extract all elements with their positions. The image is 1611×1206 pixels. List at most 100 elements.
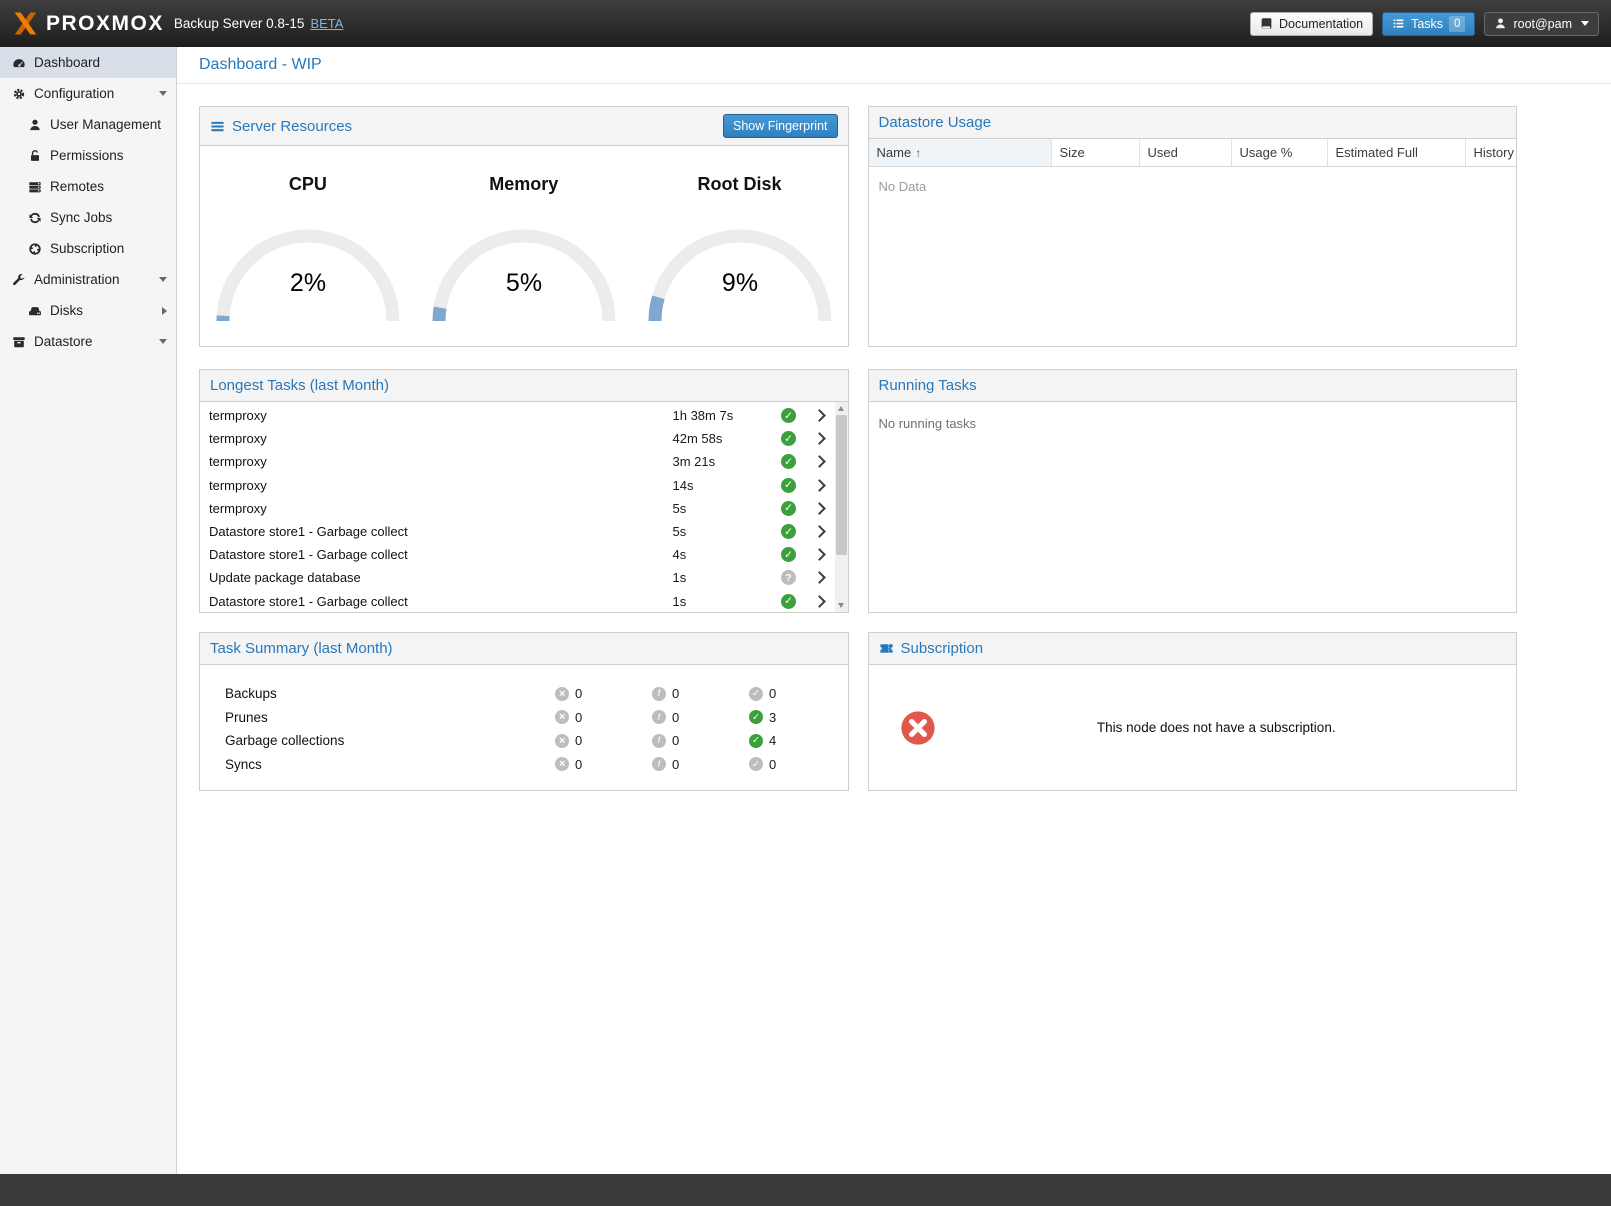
chevron-right-icon[interactable] (805, 457, 835, 466)
tasks-button[interactable]: Tasks 0 (1382, 12, 1475, 36)
server-resources-panel: Server Resources Show Fingerprint CPU 2% (199, 106, 849, 347)
caret-icon (159, 277, 167, 282)
task-status-icon (773, 478, 805, 493)
scroll-up-button[interactable] (835, 402, 848, 415)
task-name: Update package database (209, 570, 673, 585)
beta-link[interactable]: BETA (310, 16, 343, 31)
subscription-title: Subscription (901, 640, 984, 657)
running-tasks-header: Running Tasks (869, 370, 1517, 402)
gears-icon (12, 87, 26, 101)
warning-icon (652, 710, 666, 724)
task-summary-row-syncs[interactable]: Syncs 0 0 (225, 753, 848, 777)
task-row[interactable]: termproxy 1h 38m 7s (200, 404, 835, 427)
column-header[interactable]: Usage % (1232, 139, 1328, 166)
sidebar-item-remotes[interactable]: Remotes (0, 171, 176, 202)
scrollbar[interactable] (835, 402, 848, 612)
sidebar-item-datastore[interactable]: Datastore (0, 326, 176, 357)
unlock-icon (28, 149, 42, 163)
wrench-icon (12, 273, 26, 287)
sidebar-item-user-management[interactable]: User Management (0, 109, 176, 140)
chevron-right-icon[interactable] (805, 527, 835, 536)
sidebar-item-administration[interactable]: Administration (0, 264, 176, 295)
task-row[interactable]: Datastore store1 - Garbage collect 5s (200, 520, 835, 543)
chevron-right-icon[interactable] (805, 573, 835, 582)
column-header[interactable]: Estimated Full (1328, 139, 1466, 166)
task-status-icon (773, 547, 805, 562)
product-version: Backup Server 0.8-15 (174, 16, 305, 31)
archive-icon (12, 335, 26, 349)
chevron-right-icon[interactable] (805, 411, 835, 420)
task-duration: 42m 58s (673, 431, 773, 446)
user-menu-button[interactable]: root@pam (1484, 12, 1599, 36)
topbar-actions: Documentation Tasks 0 root@pam (1250, 12, 1599, 36)
page-title: Dashboard - WIP (199, 56, 322, 73)
gauge-arc: 9% (640, 217, 840, 329)
task-summary-row-garbage-collections[interactable]: Garbage collections 0 0 (225, 729, 848, 753)
chevron-right-icon[interactable] (805, 550, 835, 559)
warning-icon (652, 734, 666, 748)
column-header[interactable]: Used (1140, 139, 1232, 166)
sidebar-item-disks[interactable]: Disks (0, 295, 176, 326)
ok-icon (749, 757, 763, 771)
task-row[interactable]: termproxy 42m 58s (200, 427, 835, 450)
error-count: 0 (575, 710, 582, 725)
column-label: Name (877, 145, 912, 160)
sidebar-item-permissions[interactable]: Permissions (0, 140, 176, 171)
sidebar-item-configuration[interactable]: Configuration (0, 78, 176, 109)
caret-icon (159, 91, 167, 96)
chevron-down-icon (1581, 21, 1589, 26)
sidebar-item-label: Configuration (34, 86, 114, 101)
sidebar-item-label: Dashboard (34, 55, 100, 70)
tasks-count-badge: 0 (1449, 16, 1465, 32)
scroll-down-button[interactable] (835, 599, 848, 612)
chevron-right-icon[interactable] (805, 504, 835, 513)
gauge-cpu: CPU 2% (200, 174, 415, 329)
task-summary-row-backups[interactable]: Backups 0 0 (225, 682, 848, 706)
column-header[interactable]: History (last Month) (1466, 139, 1517, 166)
sidebar-item-label: Permissions (50, 148, 124, 163)
task-duration: 5s (673, 501, 773, 516)
column-header[interactable]: Name ↑ (869, 139, 1052, 166)
sidebar-item-sync-jobs[interactable]: Sync Jobs (0, 202, 176, 233)
life-ring-icon (28, 242, 42, 256)
documentation-button[interactable]: Documentation (1250, 12, 1373, 36)
task-row[interactable]: termproxy 5s (200, 497, 835, 520)
chevron-right-icon[interactable] (805, 434, 835, 443)
error-count: 0 (575, 733, 582, 748)
sidebar-items: Dashboard Configuration User Management … (0, 47, 176, 357)
scrollbar-thumb[interactable] (836, 415, 847, 555)
user-icon (1494, 17, 1507, 30)
task-status-icon (773, 408, 805, 423)
server-resources-header: Server Resources Show Fingerprint (200, 107, 848, 146)
ok-icon (749, 687, 763, 701)
hdd-icon (28, 304, 42, 318)
running-tasks-empty: No running tasks (869, 402, 1517, 445)
subscription-message: This node does not have a subscription. (937, 720, 1497, 735)
warning-count: 0 (672, 733, 679, 748)
chevron-right-icon[interactable] (805, 597, 835, 606)
gauge-label: CPU (289, 174, 327, 195)
sidebar-item-dashboard[interactable]: Dashboard (0, 47, 176, 78)
task-status-icon (773, 570, 805, 585)
gauge-arc: 2% (208, 217, 408, 329)
scrollbar-track[interactable] (835, 415, 848, 599)
show-fingerprint-button[interactable]: Show Fingerprint (723, 114, 838, 138)
task-row[interactable]: Datastore store1 - Garbage collect 1s (200, 590, 835, 613)
gauges-row: CPU 2% Memory (200, 146, 848, 329)
tachometer-icon (12, 56, 26, 70)
column-header[interactable]: Size (1052, 139, 1140, 166)
content-area: Dashboard - WIP Server Resources Show Fi… (177, 47, 1611, 1174)
task-row[interactable]: Update package database 1s (200, 566, 835, 589)
datastore-usage-header: Datastore Usage (869, 107, 1517, 139)
task-row[interactable]: termproxy 3m 21s (200, 450, 835, 473)
chevron-right-icon[interactable] (805, 481, 835, 490)
top-bar: PROXMOX Backup Server 0.8-15 BETA Docume… (0, 0, 1611, 47)
gauge-value: 2% (290, 269, 326, 297)
sidebar-item-subscription[interactable]: Subscription (0, 233, 176, 264)
task-summary-row-prunes[interactable]: Prunes 0 0 (225, 706, 848, 730)
task-row[interactable]: Datastore store1 - Garbage collect 4s (200, 543, 835, 566)
bars-icon (210, 119, 225, 134)
task-row[interactable]: termproxy 14s (200, 474, 835, 497)
gauge-value: 5% (506, 269, 542, 297)
gauge-label: Root Disk (698, 174, 782, 195)
